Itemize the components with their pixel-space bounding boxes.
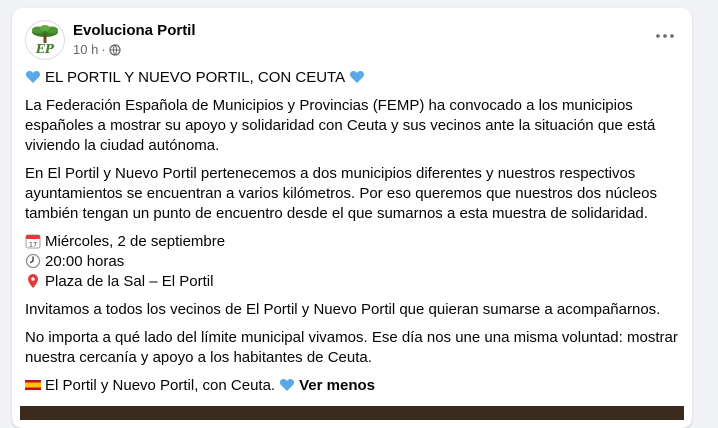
closing-text: El Portil y Nuevo Portil, con Ceuta. <box>45 377 276 394</box>
text-line: ayuntamientos se encuentran a varios kil… <box>25 185 658 202</box>
author-name[interactable]: Evoluciona Portil <box>73 22 196 39</box>
post-card: EP Evoluciona Portil 10 h · EL PORTIL Y … <box>12 8 692 428</box>
more-options-button[interactable] <box>652 26 678 46</box>
blue-heart-icon <box>25 71 41 83</box>
meta-separator: · <box>101 42 106 57</box>
page-avatar[interactable]: EP <box>25 20 65 60</box>
calendar-icon: 17 <box>25 234 41 249</box>
post-image-preview[interactable] <box>20 406 684 420</box>
post-body: EL PORTIL Y NUEVO PORTIL, CON CEUTA La F… <box>25 68 685 404</box>
text-line: No importa a qué lado del límite municip… <box>25 329 678 346</box>
svg-text:17: 17 <box>29 241 37 249</box>
post-meta: 10 h · <box>73 42 121 57</box>
see-less-link[interactable]: Ver menos <box>299 377 375 394</box>
post-title: EL PORTIL Y NUEVO PORTIL, CON CEUTA <box>45 69 346 86</box>
text-line: Invitamos a todos los vecinos de El Port… <box>25 301 661 318</box>
paragraph-femp: La Federación Española de Municipios y P… <box>25 96 685 156</box>
event-details: 17 Miércoles, 2 de septiembre 20:00 hora… <box>25 232 685 292</box>
text-line: viviendo la ciudad autónoma. <box>25 137 220 154</box>
text-line: también tengan un punto de encuentro des… <box>25 205 648 222</box>
event-date-line: 17 Miércoles, 2 de septiembre <box>25 232 685 252</box>
event-time-line: 20:00 horas <box>25 252 685 272</box>
event-time: 20:00 horas <box>45 253 125 270</box>
post-title-line: EL PORTIL Y NUEVO PORTIL, CON CEUTA <box>25 68 685 88</box>
globe-icon <box>109 43 121 56</box>
event-date: Miércoles, 2 de septiembre <box>45 233 226 250</box>
paragraph-invitation: Invitamos a todos los vecinos de El Port… <box>25 300 685 320</box>
event-place-line: Plaza de la Sal – El Portil <box>25 272 685 292</box>
svg-text:EP: EP <box>35 42 55 56</box>
tree-logo-icon: EP <box>32 25 58 56</box>
clock-icon <box>25 253 41 269</box>
more-options-icon <box>656 34 674 38</box>
blue-heart-icon <box>350 71 365 83</box>
paragraph-municipios: En El Portil y Nuevo Portil pertenecemos… <box>25 164 685 224</box>
closing-line: El Portil y Nuevo Portil, con Ceuta. Ver… <box>25 376 685 396</box>
location-pin-icon <box>28 274 38 288</box>
post-time[interactable]: 10 h <box>73 42 98 57</box>
blue-heart-icon <box>280 379 295 391</box>
event-place: Plaza de la Sal – El Portil <box>45 273 214 290</box>
text-line: nuestra cercanía y apoyo a los habitante… <box>25 349 372 366</box>
text-line: españoles a mostrar su apoyo y solidarid… <box>25 117 656 134</box>
text-line: En El Portil y Nuevo Portil pertenecemos… <box>25 165 636 182</box>
paragraph-limite: No importa a qué lado del límite municip… <box>25 328 685 368</box>
text-line: La Federación Española de Municipios y P… <box>25 97 633 114</box>
spain-flag-icon <box>25 380 41 390</box>
post-header: EP Evoluciona Portil 10 h · <box>12 8 692 64</box>
